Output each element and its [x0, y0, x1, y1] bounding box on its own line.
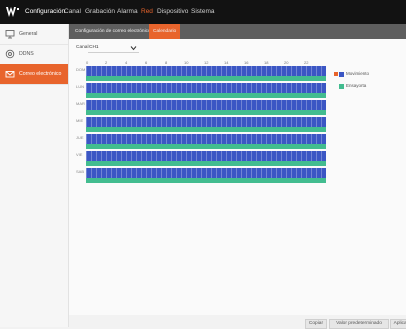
alarm-band[interactable] [86, 127, 326, 132]
schedule-row[interactable] [86, 134, 326, 149]
canal-label: Canal [76, 45, 89, 50]
sidebar-item-general[interactable]: General [0, 24, 68, 45]
hour-tick: 2 [105, 60, 108, 65]
hour-tick: 6 [145, 60, 148, 65]
schedule-row[interactable] [86, 151, 326, 166]
apply-button[interactable]: Aplicar [390, 319, 406, 329]
legend-swatch-alarm [339, 84, 344, 89]
day-label: JUE [76, 135, 84, 140]
motion-band[interactable] [86, 83, 326, 93]
day-label: LUN [76, 84, 85, 89]
hour-tick: 4 [125, 60, 128, 65]
schedule-row[interactable] [86, 168, 326, 183]
sidebar-item-label: Correo electrónico [19, 71, 62, 77]
hour-tick: 14 [224, 60, 229, 65]
sidebar-item-label: General [19, 31, 38, 37]
motion-band[interactable] [86, 66, 326, 76]
sidebar-item-label: DDNS [19, 51, 34, 57]
motion-band[interactable] [86, 134, 326, 144]
tab-calendario[interactable]: Calendario [149, 24, 181, 39]
canal-select[interactable]: CH1 [88, 44, 139, 53]
schedule-row[interactable] [86, 117, 326, 132]
alarm-band[interactable] [86, 76, 326, 81]
hour-tick: 10 [184, 60, 189, 65]
nav-sistema[interactable]: Sistema [191, 0, 214, 24]
canal-value: CH1 [89, 45, 99, 50]
sidebar-item-email[interactable]: Correo electrónico [0, 64, 68, 85]
legend-motion: Movimiento [346, 71, 370, 76]
copy-button[interactable]: Copiar [305, 319, 327, 329]
schedule-row[interactable] [86, 100, 326, 115]
nav-grabacion[interactable]: Grabación [85, 0, 115, 24]
alarm-band[interactable] [86, 161, 326, 166]
nav-dispositivo[interactable]: Dispositivo [157, 0, 188, 24]
hour-tick: 20 [284, 60, 289, 65]
motion-band[interactable] [86, 151, 326, 161]
schedule-grid[interactable] [86, 66, 326, 183]
hour-tick: 8 [165, 60, 168, 65]
day-label: VIE [76, 152, 83, 157]
hour-tick: 0 [86, 60, 89, 65]
motion-band[interactable] [86, 100, 326, 110]
day-label: MIE [76, 118, 84, 123]
schedule-row[interactable] [86, 66, 326, 81]
hour-tick: 22 [304, 60, 309, 65]
envelope-icon [5, 71, 15, 78]
hour-tick: 16 [244, 60, 249, 65]
day-label: MAR [76, 101, 85, 106]
hour-tick: 12 [204, 60, 209, 65]
legend-alarm: Ensayorta [346, 83, 367, 88]
monitor-icon [5, 30, 15, 39]
alarm-band[interactable] [86, 178, 326, 183]
default-button[interactable]: Valor predeterminado [329, 319, 389, 329]
nav-red[interactable]: Red [141, 0, 153, 24]
sidebar-item-ddns[interactable]: DDNS [0, 44, 68, 65]
globe-icon [5, 49, 15, 59]
sidebar: General DDNS Correo electrónico [0, 24, 69, 327]
day-label: SAB [76, 169, 85, 174]
schedule-row[interactable] [86, 83, 326, 98]
legend-marker-icon [334, 72, 338, 76]
hour-tick: 18 [264, 60, 269, 65]
day-label: DOM [76, 67, 86, 72]
logo-icon [6, 7, 19, 17]
motion-band[interactable] [86, 117, 326, 127]
chevron-down-icon [130, 46, 137, 51]
alarm-band[interactable] [86, 110, 326, 115]
nav-alarma[interactable]: Alarma [117, 0, 138, 24]
app-title: Configuración [25, 8, 66, 15]
motion-band[interactable] [86, 168, 326, 178]
legend-swatch-motion [339, 72, 344, 77]
nav-canal[interactable]: Canal [64, 0, 81, 24]
alarm-band[interactable] [86, 144, 326, 149]
alarm-band[interactable] [86, 93, 326, 98]
tab-email-config[interactable]: Configuración de correo electrónico [71, 24, 155, 39]
sub-tab-bar: Configuración de correo electrónico Cale… [69, 24, 406, 39]
top-bar: Configuración Canal Grabación Alarma Red… [0, 0, 406, 24]
